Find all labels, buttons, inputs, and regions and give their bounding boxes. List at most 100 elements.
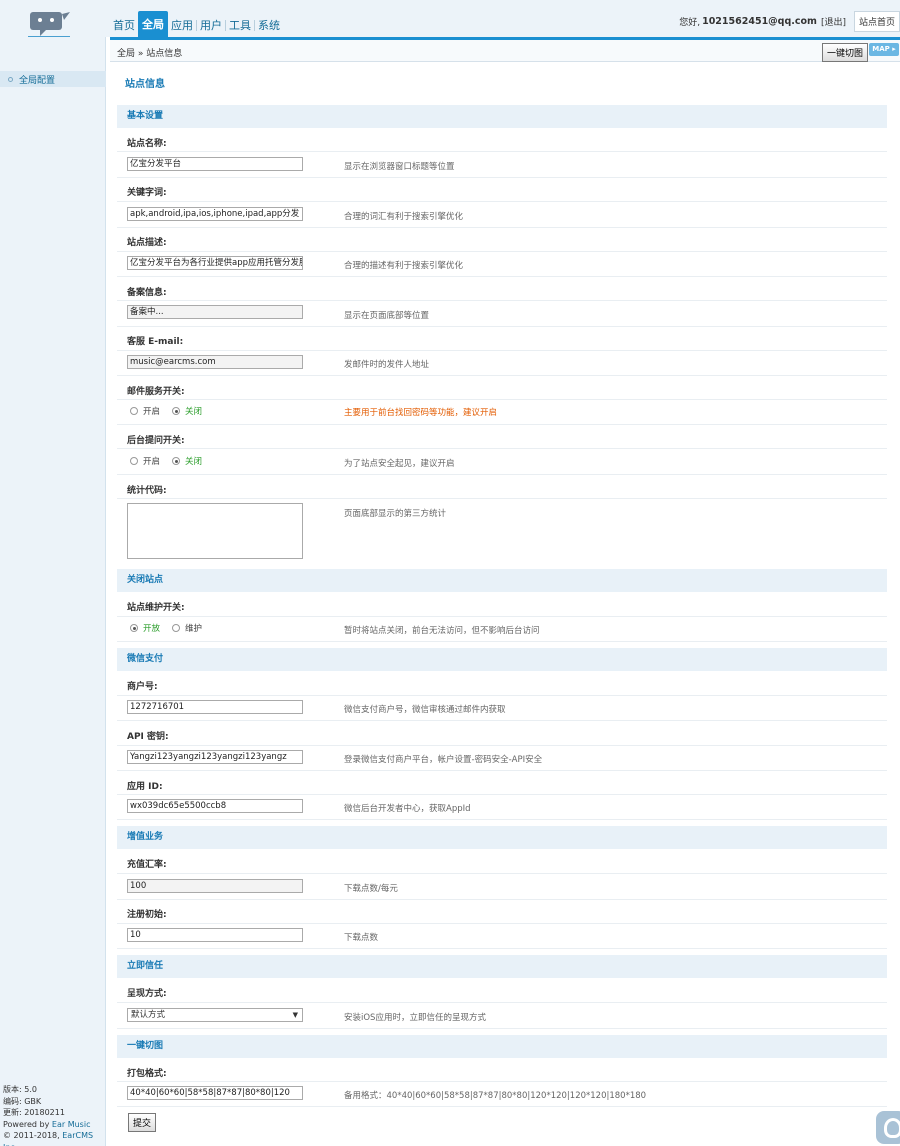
radio-question-on[interactable] bbox=[130, 457, 138, 465]
row-divider bbox=[117, 1081, 887, 1082]
row-divider bbox=[117, 375, 887, 376]
row-divider bbox=[117, 448, 887, 449]
map-button[interactable]: MAP ▸ bbox=[869, 43, 899, 56]
chevron-down-icon: ▼ bbox=[292, 1011, 298, 1019]
row-divider bbox=[117, 177, 887, 178]
radio-mail-on[interactable] bbox=[130, 407, 138, 415]
mail-switch-radios: 开启 关闭 bbox=[130, 405, 214, 417]
stat-code-hint: 页面底部显示的第三方统计 bbox=[344, 509, 447, 519]
sidebar-item-global-config[interactable]: 全局配置 bbox=[0, 71, 106, 87]
radio-label: 维护 bbox=[185, 624, 203, 634]
radio-mail-off[interactable] bbox=[172, 407, 181, 415]
question-switch-label: 后台提问开关: bbox=[127, 436, 185, 446]
row-divider bbox=[117, 720, 887, 721]
row-divider bbox=[117, 151, 887, 152]
keywords-label: 关键字词: bbox=[127, 188, 167, 198]
page-title: 站点信息 bbox=[125, 79, 165, 90]
radio-question-off[interactable] bbox=[172, 457, 181, 465]
submit-button[interactable]: 提交 bbox=[128, 1113, 157, 1132]
section-basic: 基本设置 bbox=[117, 105, 887, 128]
present-mode-hint: 安装iOS应用时，立即信任的呈现方式 bbox=[344, 1013, 486, 1023]
maintenance-radios: 开放 维护 bbox=[130, 622, 214, 634]
nav-users[interactable]: 用户 bbox=[197, 17, 225, 37]
cut-format-label: 打包格式: bbox=[127, 1069, 167, 1079]
user-email: 1021562451@qq.com bbox=[702, 16, 817, 27]
encoding-line: 编码: GBK bbox=[3, 1096, 42, 1106]
row-divider bbox=[117, 794, 887, 795]
top-header: 首页 全局 应用 用户 工具 系统 您好, 1021562451@qq.com … bbox=[0, 0, 900, 42]
greeting: 您好, bbox=[679, 18, 701, 28]
row-divider bbox=[117, 300, 887, 301]
row-divider bbox=[117, 201, 887, 202]
keywords-input[interactable]: apk,android,ipa,ios,iphone,ipad,app分发 bbox=[127, 207, 303, 221]
mch-id-label: 商户号: bbox=[127, 682, 158, 692]
row-divider bbox=[117, 770, 887, 771]
site-name-label: 站点名称: bbox=[127, 139, 167, 149]
app-id-input[interactable]: wx039dc65e5500ccb8 bbox=[127, 799, 303, 813]
nav-home[interactable]: 首页 bbox=[110, 17, 138, 37]
mail-switch-hint: 主要用于前台找回密码等功能，建议开启 bbox=[344, 408, 498, 418]
site-name-hint: 显示在浏览器窗口标题等位置 bbox=[344, 162, 455, 172]
register-bonus-label: 注册初始: bbox=[127, 910, 167, 920]
row-divider bbox=[117, 424, 887, 425]
version-info: 版本: 5.0 编码: GBK 更新: 20180211 Powered by … bbox=[3, 1084, 105, 1146]
cut-format-hint: 备用格式：40*40|60*60|58*58|87*87|80*80|120*1… bbox=[344, 1091, 647, 1101]
radio-label: 关闭 bbox=[185, 457, 203, 467]
powered-link[interactable]: Ear Music bbox=[52, 1120, 91, 1129]
description-label: 站点描述: bbox=[127, 238, 167, 248]
select-value: 默认方式 bbox=[131, 1010, 166, 1020]
radio-site-maintenance[interactable] bbox=[172, 624, 181, 632]
description-input[interactable]: 亿宝分发平台为各行业提供app应用托管分发服 bbox=[127, 256, 303, 270]
stat-code-textarea[interactable] bbox=[127, 503, 303, 559]
breadcrumb-bar: 全局 » 站点信息 一键切图 MAP ▸ bbox=[110, 40, 900, 62]
site-home-button[interactable]: 站点首页 bbox=[853, 11, 900, 32]
register-bonus-input[interactable]: 10 bbox=[127, 928, 303, 942]
nav-global[interactable]: 全局 bbox=[138, 11, 168, 37]
rate-hint: 下载点数/每元 bbox=[344, 884, 398, 894]
row-divider bbox=[117, 641, 887, 642]
email-input[interactable]: music@earcms.com bbox=[127, 355, 303, 369]
logout-link[interactable]: [退出] bbox=[821, 15, 846, 28]
section-close-site: 关闭站点 bbox=[117, 569, 887, 592]
one-key-cut-button[interactable]: 一键切图 bbox=[822, 43, 869, 62]
section-trust: 立即信任 bbox=[117, 955, 887, 978]
row-divider bbox=[117, 1002, 887, 1003]
row-divider bbox=[117, 923, 887, 924]
icp-label: 备案信息: bbox=[127, 288, 167, 298]
row-divider bbox=[117, 745, 887, 746]
row-divider bbox=[117, 1028, 887, 1029]
question-switch-radios: 开启 关闭 bbox=[130, 455, 214, 467]
icp-hint: 显示在页面底部等位置 bbox=[344, 311, 430, 321]
section-one-key-cut: 一键切图 bbox=[117, 1035, 887, 1058]
radio-label: 开放 bbox=[143, 624, 161, 634]
nav-apps[interactable]: 应用 bbox=[168, 17, 196, 37]
radio-label: 关闭 bbox=[185, 407, 203, 417]
icp-input[interactable]: 备案中... bbox=[127, 305, 303, 319]
api-key-hint: 登录微信支付商户平台，帐户设置-密码安全-API安全 bbox=[344, 755, 543, 765]
cut-format-input[interactable]: 40*40|60*60|58*58|87*87|80*80|120 bbox=[127, 1086, 303, 1100]
user-info: 您好, 1021562451@qq.com [退出] 站点首页 bbox=[679, 11, 900, 32]
row-divider bbox=[117, 819, 887, 820]
row-divider bbox=[117, 399, 887, 400]
api-key-input[interactable]: Yangzi123yangzi123yangzi123yangz bbox=[127, 750, 303, 764]
mch-id-input[interactable]: 1272716701 bbox=[127, 700, 303, 714]
present-mode-label: 呈现方式: bbox=[127, 989, 167, 999]
radio-label: 开启 bbox=[143, 457, 161, 467]
description-hint: 合理的描述有利于搜索引擎优化 bbox=[344, 261, 464, 271]
row-divider bbox=[117, 1106, 887, 1107]
nav-system[interactable]: 系统 bbox=[255, 17, 283, 37]
mail-switch-label: 邮件服务开关: bbox=[127, 387, 185, 397]
site-name-input[interactable]: 亿宝分发平台 bbox=[127, 157, 303, 171]
sidebar-item-label: 全局配置 bbox=[19, 75, 56, 86]
row-divider bbox=[117, 899, 887, 900]
row-divider bbox=[117, 251, 887, 252]
nav-tools[interactable]: 工具 bbox=[226, 17, 254, 37]
present-mode-select[interactable]: 默认方式 ▼ bbox=[127, 1008, 303, 1022]
row-divider bbox=[117, 350, 887, 351]
api-key-label: API 密钥: bbox=[127, 732, 169, 742]
radio-site-open[interactable] bbox=[130, 624, 138, 632]
chat-icon[interactable] bbox=[876, 1111, 900, 1144]
email-label: 客服 E-mail: bbox=[127, 337, 184, 347]
row-divider bbox=[117, 276, 887, 277]
rate-input[interactable]: 100 bbox=[127, 879, 303, 893]
